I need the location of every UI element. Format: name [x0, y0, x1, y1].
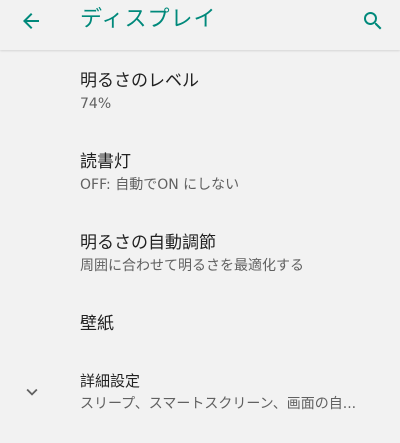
brightness-level-item[interactable]: 明るさのレベル 74% — [0, 50, 400, 130]
wallpaper-title: 壁紙 — [80, 314, 114, 334]
wallpaper-item[interactable]: 壁紙 — [0, 292, 400, 362]
night-light-item[interactable]: 読書灯 OFF: 自動でON にしない — [0, 130, 400, 210]
night-light-summary: OFF: 自動でON にしない — [80, 177, 240, 193]
advanced-title: 詳細設定 — [80, 372, 141, 390]
page-title: ディスプレイ — [80, 7, 217, 32]
app-bar: ディスプレイ — [0, 0, 400, 50]
search-button[interactable] — [355, 3, 391, 39]
adaptive-brightness-summary: 周囲に合わせて明るさを最適化する — [80, 258, 304, 274]
arrow-back-icon — [23, 13, 39, 29]
brightness-level-summary: 74% — [80, 96, 112, 112]
adaptive-brightness-item[interactable]: 明るさの自動調節 周囲に合わせて明るさを最適化する — [0, 212, 400, 292]
advanced-summary: スリープ、スマートスクリーン、画面の自... — [80, 396, 357, 412]
advanced-item[interactable]: 詳細設定 スリープ、スマートスクリーン、画面の自... — [0, 362, 400, 443]
search-icon — [364, 12, 382, 30]
brightness-level-title: 明るさのレベル — [80, 71, 199, 91]
night-light-title: 読書灯 — [80, 152, 131, 172]
chevron-down-icon — [26, 388, 38, 396]
back-button[interactable] — [13, 3, 49, 39]
adaptive-brightness-title: 明るさの自動調節 — [80, 233, 216, 253]
